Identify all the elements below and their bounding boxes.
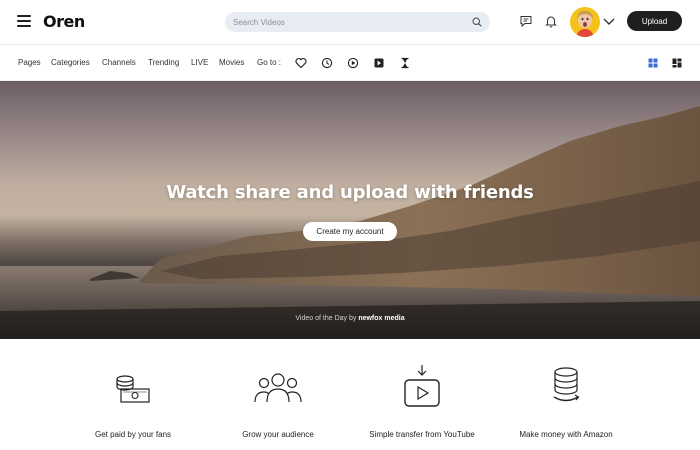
feature-label: Grow your audience (242, 430, 314, 439)
goto-label: Go to : (257, 58, 282, 67)
search-icon[interactable] (472, 17, 482, 27)
feature-label: Make money with Amazon (519, 430, 613, 439)
nav-item-pages[interactable]: Pages (18, 58, 41, 67)
feature-get-paid: Get paid by your fans (58, 370, 208, 439)
heart-icon[interactable] (295, 57, 307, 69)
feature-grow-audience: Grow your audience (203, 370, 353, 439)
logo[interactable]: Oren (43, 12, 85, 31)
top-header: Oren Upload (0, 0, 700, 44)
upload-button[interactable]: Upload (627, 11, 682, 31)
menu-icon[interactable] (17, 15, 31, 27)
feature-label: Simple transfer from YouTube (369, 430, 475, 439)
feature-amazon: Make money with Amazon (491, 367, 641, 439)
hero-background-image (0, 106, 700, 339)
caption-author-link[interactable]: newfox media (358, 315, 404, 322)
masonry-view-icon[interactable] (672, 58, 682, 68)
search-input[interactable] (233, 17, 472, 27)
nav-item-live[interactable]: LIVE (191, 58, 208, 67)
playlist-icon[interactable] (373, 57, 385, 69)
nav-item-channels[interactable]: Channels (102, 58, 136, 67)
feature-label: Get paid by your fans (94, 430, 172, 439)
nav-item-movies[interactable]: Movies (219, 58, 244, 67)
clock-icon[interactable] (321, 57, 333, 69)
play-circle-icon[interactable] (347, 57, 359, 69)
caption-prefix: Video of the Day by (295, 315, 359, 322)
search-bar[interactable] (225, 12, 490, 32)
nav-item-trending[interactable]: Trending (148, 58, 179, 67)
hero-banner: Watch share and upload with friends Crea… (0, 81, 700, 339)
feature-youtube-transfer: Simple transfer from YouTube (347, 365, 497, 439)
amazon-coins-icon (553, 367, 580, 402)
nav-item-categories[interactable]: Categories (51, 58, 90, 67)
video-of-the-day-caption: Video of the Day by newfox media (0, 315, 700, 322)
create-account-button[interactable]: Create my account (303, 222, 397, 241)
hourglass-icon[interactable] (399, 57, 411, 69)
grid-view-icon[interactable] (648, 58, 658, 68)
avatar[interactable] (570, 7, 600, 37)
hero-title: Watch share and upload with friends (166, 182, 534, 203)
audience-icon (254, 373, 302, 403)
chevron-down-icon[interactable] (603, 16, 615, 26)
nav-bar: Pages Categories Channels Trending LIVE … (0, 44, 700, 81)
money-stack-icon (116, 375, 150, 403)
chat-icon[interactable] (519, 14, 533, 28)
bell-icon[interactable] (544, 14, 558, 28)
youtube-transfer-icon (404, 365, 440, 407)
